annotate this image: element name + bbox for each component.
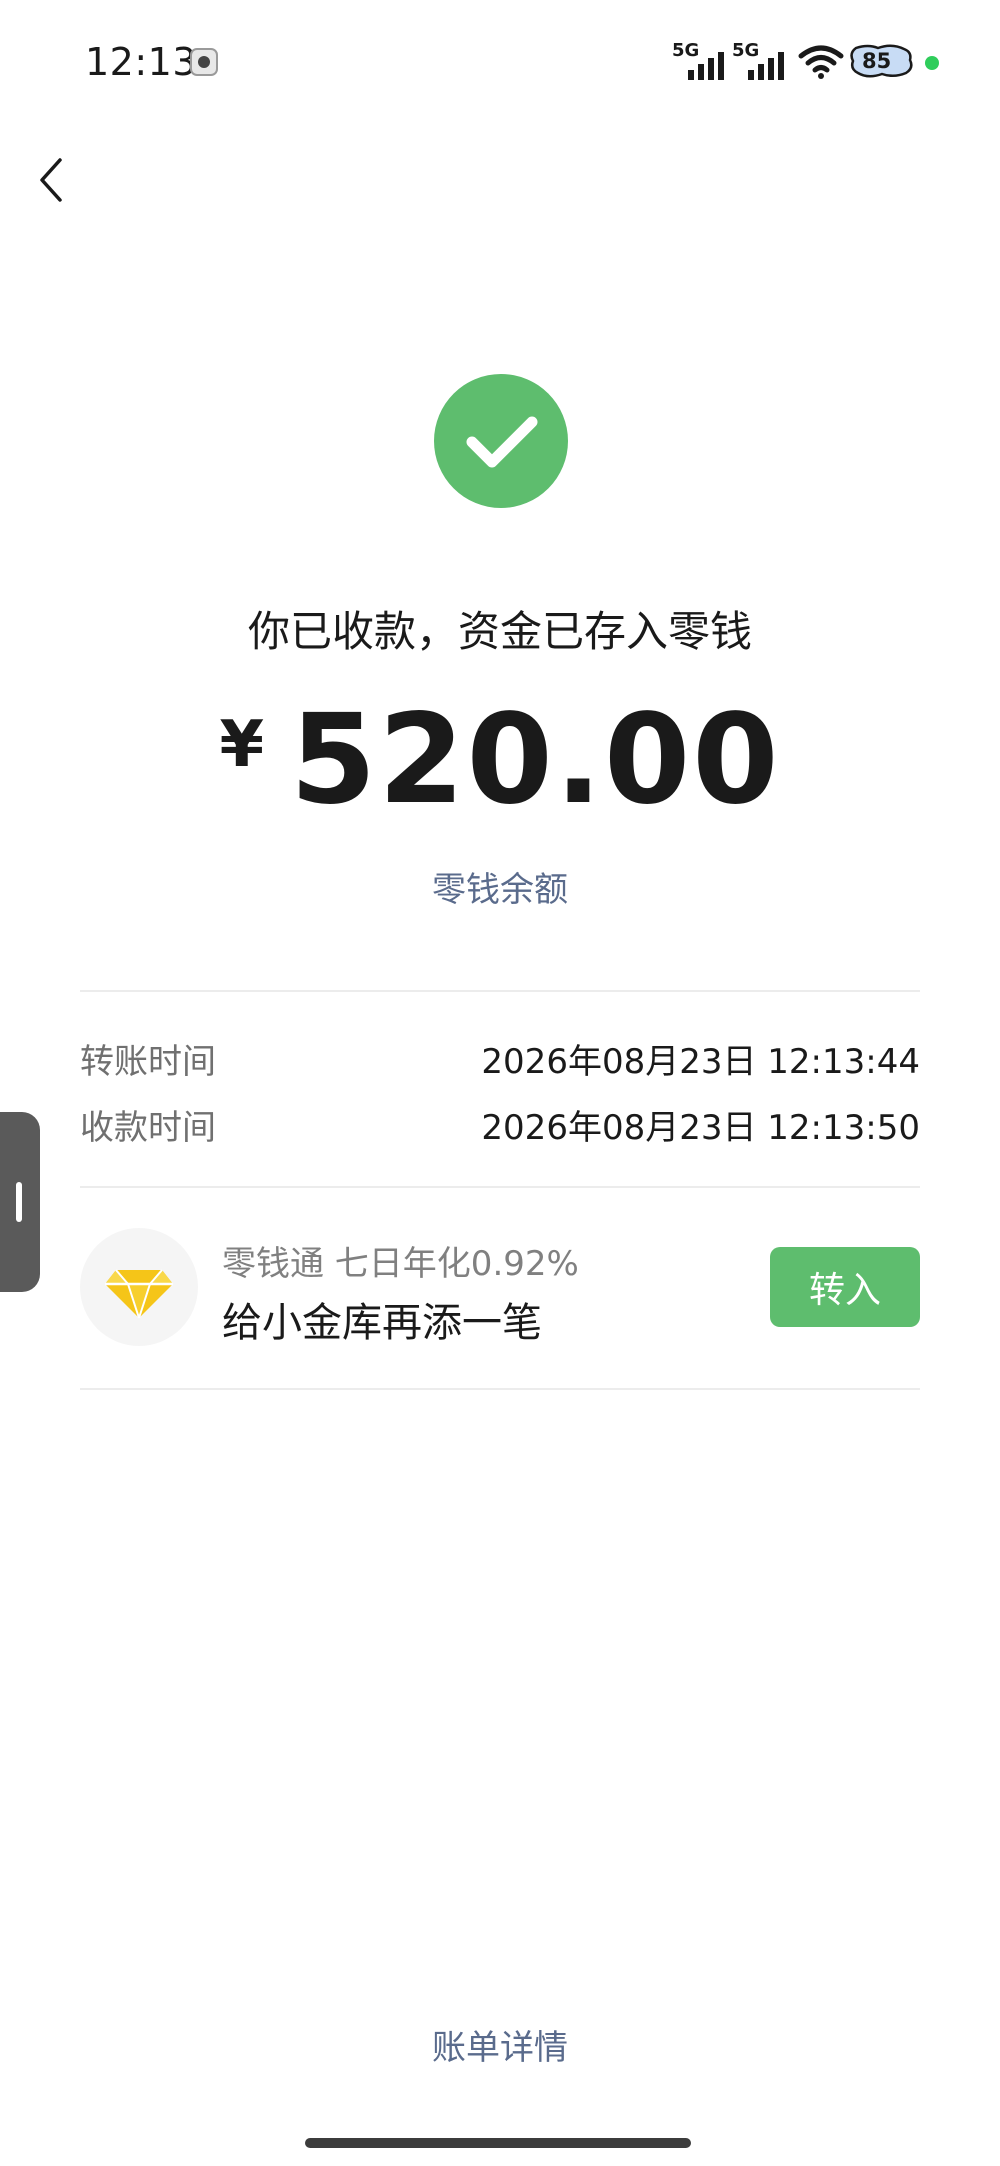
- divider: [80, 1388, 920, 1390]
- promo-subtitle: 零钱通 七日年化0.92%: [222, 1244, 579, 1284]
- status-time: 12:13: [85, 40, 198, 84]
- success-status-icon: [434, 374, 568, 508]
- transfer-time-value: 2026年08月23日 12:13:44: [481, 1042, 920, 1082]
- signal-icon: 5G: [672, 40, 732, 80]
- transfer-time-label: 转账时间: [80, 1042, 216, 1082]
- amount-value: 520.00: [290, 688, 781, 832]
- promo-title: 给小金库再添一笔: [222, 1300, 542, 1346]
- divider: [80, 990, 920, 992]
- receive-time-label: 收款时间: [80, 1108, 216, 1148]
- transfer-in-button[interactable]: 转入: [770, 1247, 920, 1327]
- floating-side-handle[interactable]: [0, 1112, 40, 1292]
- home-indicator[interactable]: [305, 2138, 691, 2148]
- diamond-icon: [105, 1269, 173, 1319]
- receive-time-value: 2026年08月23日 12:13:50: [481, 1108, 920, 1148]
- chevron-left-icon: [40, 158, 62, 202]
- signal-icon: 5G: [732, 40, 792, 80]
- divider: [80, 1186, 920, 1188]
- wallet-balance-link[interactable]: 零钱余额: [0, 862, 1000, 911]
- battery-level: 85: [862, 49, 892, 73]
- back-button[interactable]: [30, 150, 74, 210]
- check-icon: [466, 416, 538, 468]
- screen-record-icon: [190, 48, 218, 76]
- amount-display: ¥ 520.00: [0, 690, 1000, 830]
- bill-details-link[interactable]: 账单详情: [0, 2020, 1000, 2069]
- wifi-icon: [798, 45, 844, 79]
- battery-icon: 85: [848, 42, 916, 80]
- privacy-dot-icon: [925, 56, 939, 70]
- currency-symbol: ¥: [219, 708, 264, 782]
- receipt-headline: 你已收款，资金已存入零钱: [247, 607, 752, 656]
- lingqiantong-icon: [80, 1228, 198, 1346]
